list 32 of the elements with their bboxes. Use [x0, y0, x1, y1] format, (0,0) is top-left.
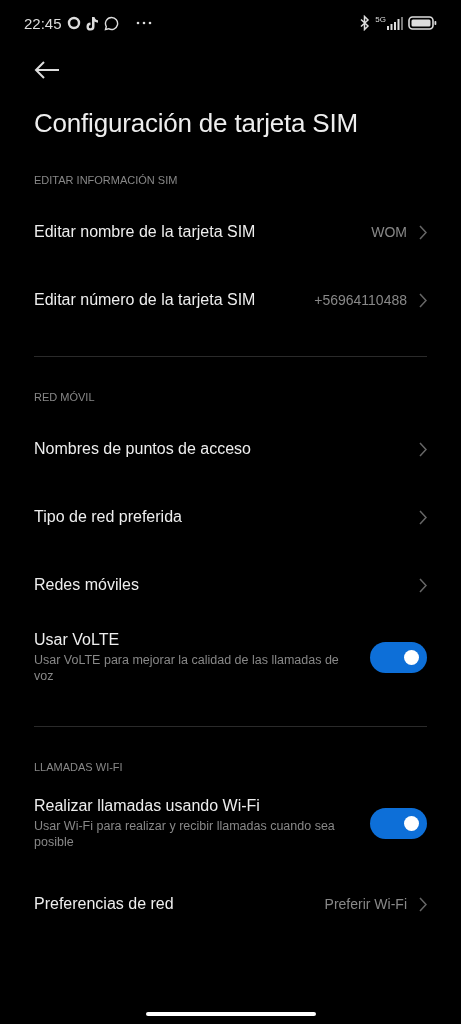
back-button[interactable] [34, 61, 60, 79]
section-header: EDITAR INFORMACIÓN SIM [34, 174, 179, 186]
chat-bubble-icon [103, 15, 119, 31]
setting-label: Realizar llamadas usando Wi-Fi [34, 797, 261, 815]
status-time: 22:45 [24, 14, 62, 32]
setting-label: Usar VoLTE [34, 631, 121, 649]
network-type: 5G [375, 15, 386, 24]
more-icon [135, 21, 152, 25]
settings-item[interactable]: Editar número de la tarjeta SIM +56964110488 [34, 266, 427, 334]
setting-description: Usar VoLTE para mejorar la calidad de las llamadas de voz [34, 652, 340, 684]
settings-item[interactable]: Redes móviles [34, 551, 427, 619]
section-header: RED MÓVIL [34, 391, 96, 403]
page-title: Configuración de tarjeta SIM [34, 107, 359, 140]
settings-item[interactable]: Tipo de red preferida [34, 483, 427, 551]
signal-icon [387, 16, 403, 30]
chevron-icon [419, 577, 427, 593]
bluetooth-icon [360, 15, 371, 31]
settings-item[interactable]: Editar nombre de la tarjeta SIM WOM [34, 198, 427, 266]
battery-icon [408, 16, 437, 30]
chevron-icon [419, 896, 427, 912]
toggle-switch[interactable] [370, 642, 427, 673]
chevron-icon [419, 224, 427, 240]
chevron-icon [419, 441, 427, 457]
settings-item[interactable]: Preferencias de red Preferir Wi-Fi [34, 870, 427, 938]
toggle-switch[interactable] [370, 808, 427, 839]
setting-description: Usar Wi-Fi para realizar y recibir llamadas cuando sea posible [34, 818, 336, 850]
chevron-icon [419, 292, 427, 308]
chevron-icon [419, 509, 427, 525]
music-note-icon [85, 15, 99, 31]
settings-item[interactable]: Nombres de puntos de acceso [34, 415, 427, 483]
circle-icon [66, 16, 81, 30]
section-header: LLAMADAS WI-FI [34, 761, 124, 773]
